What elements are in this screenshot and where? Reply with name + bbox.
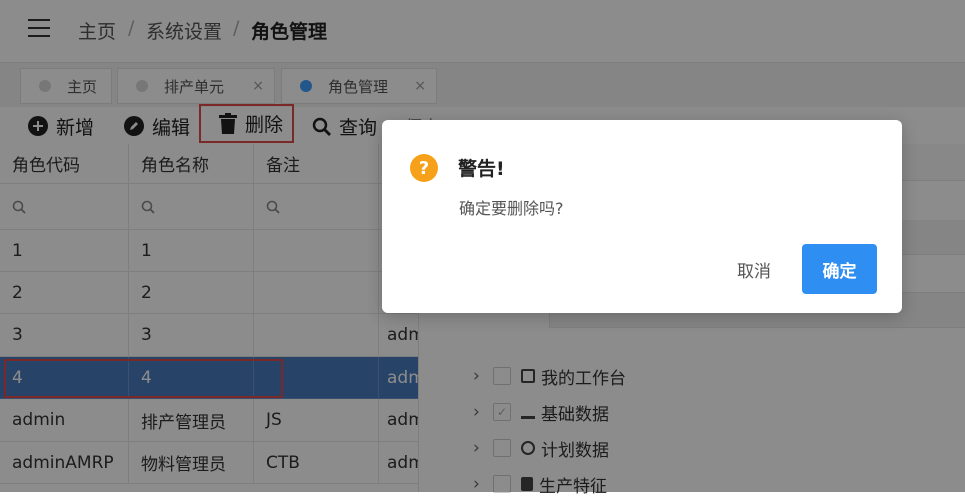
confirm-button[interactable]: 确定 — [802, 244, 877, 294]
cancel-button[interactable]: 取消 — [722, 244, 786, 294]
confirm-delete-dialog: ? 警告! 确定要删除吗? 取消 确定 — [382, 120, 902, 313]
dialog-message: 确定要删除吗? — [459, 199, 564, 218]
dialog-title: 警告! — [458, 158, 505, 180]
question-warning-icon: ? — [410, 154, 438, 182]
